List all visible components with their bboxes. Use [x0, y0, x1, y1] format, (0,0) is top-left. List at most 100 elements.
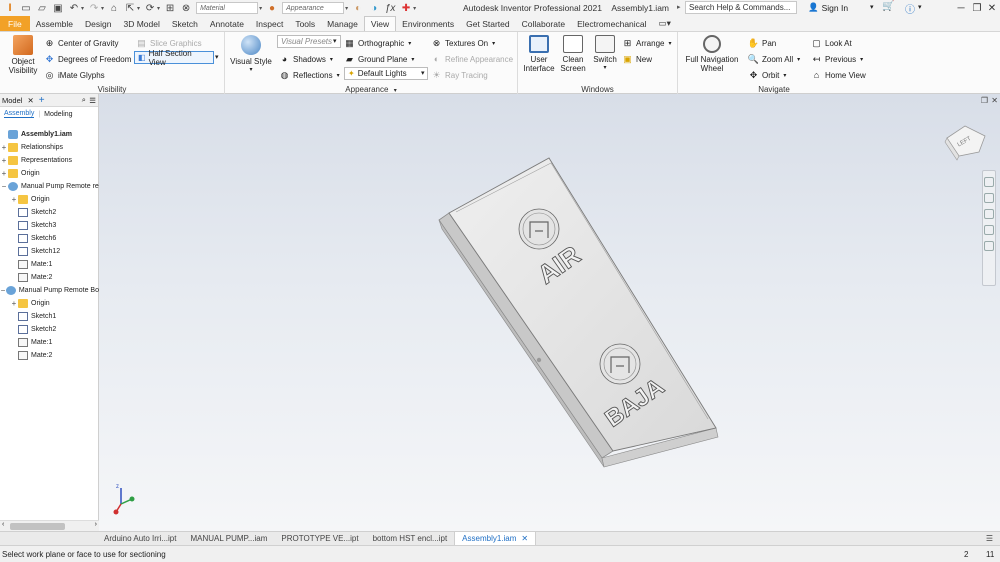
- expand-toggle-icon[interactable]: +: [0, 156, 8, 165]
- tab-assemble[interactable]: Assemble: [30, 16, 79, 31]
- full-navigation-wheel-button[interactable]: Full Navigation Wheel: [684, 35, 740, 73]
- document-tabs-menu-icon[interactable]: ☰: [979, 532, 1000, 545]
- appearance-group-label[interactable]: Appearance ▾: [225, 85, 517, 94]
- new-file-icon[interactable]: ▭: [20, 2, 32, 14]
- user-interface-button[interactable]: User Interface: [522, 35, 556, 73]
- ground-plane-button[interactable]: ▰ Ground Plane ▾: [344, 52, 414, 66]
- tab-sketch[interactable]: Sketch: [166, 16, 204, 31]
- lighting-dropdown-icon[interactable]: ▾: [421, 69, 425, 77]
- document-tab[interactable]: Arduino Auto Irri...ipt: [97, 532, 183, 545]
- tab-inspect[interactable]: Inspect: [250, 16, 289, 31]
- material-select[interactable]: Material: [196, 2, 259, 14]
- tree-item[interactable]: Mate:2: [0, 271, 99, 284]
- ray-tracing-button[interactable]: ☀ Ray Tracing: [431, 68, 487, 82]
- open-file-icon[interactable]: ▱: [36, 2, 48, 14]
- scroll-right-icon[interactable]: ›: [95, 521, 97, 528]
- tree-item[interactable]: Mate:1: [0, 336, 99, 349]
- search-help-input[interactable]: Search Help & Commands...: [685, 1, 797, 14]
- appearance-select[interactable]: Appearance: [282, 2, 345, 14]
- section-view-dropdown-icon[interactable]: ▾: [215, 53, 219, 61]
- help-icon[interactable]: ⓘ: [905, 1, 915, 16]
- tab-design[interactable]: Design: [79, 16, 117, 31]
- reflections-button[interactable]: ◍ Reflections ▾: [279, 68, 340, 82]
- inventor-logo-icon[interactable]: I: [4, 2, 16, 14]
- shadows-button[interactable]: ◕ Shadows ▾: [279, 52, 333, 66]
- switch-button[interactable]: Switch ▾: [590, 35, 620, 73]
- assembly-view-tab[interactable]: Assembly: [4, 110, 35, 118]
- enclosure-top-face[interactable]: [448, 157, 717, 452]
- degrees-of-freedom-button[interactable]: ✥ Degrees of Freedom: [44, 52, 132, 66]
- ribbon-display-options-icon[interactable]: ▭▾: [653, 16, 677, 31]
- modeling-view-tab[interactable]: Modeling: [44, 111, 72, 118]
- expand-toggle-icon[interactable]: +: [0, 143, 8, 152]
- nav-look-at-icon[interactable]: [984, 241, 994, 251]
- search-browser-icon[interactable]: ⌕: [82, 95, 86, 105]
- expand-toggle-icon[interactable]: +: [0, 169, 8, 178]
- search-expand-icon[interactable]: ▸: [677, 3, 681, 11]
- document-tab[interactable]: bottom HST encl...ipt: [366, 532, 455, 545]
- scroll-left-icon[interactable]: ‹: [2, 521, 4, 528]
- add-browser-icon[interactable]: +: [39, 95, 45, 106]
- orthographic-button[interactable]: ▦ Orthographic ▾: [344, 36, 411, 50]
- tree-item[interactable]: − Manual Pump Remote re: [0, 180, 99, 193]
- tree-item[interactable]: Mate:1: [0, 258, 99, 271]
- nav-orbit-icon[interactable]: [984, 225, 994, 235]
- select-icon[interactable]: ⇱: [124, 2, 136, 14]
- view-cube[interactable]: LEFT: [944, 125, 986, 161]
- look-at-button[interactable]: ▢ Look At: [811, 36, 851, 50]
- close-tab-icon[interactable]: ✕: [521, 534, 528, 543]
- document-tab[interactable]: Assembly1.iam ✕: [454, 532, 537, 545]
- nav-pan-icon[interactable]: [984, 193, 994, 203]
- expand-toggle-icon[interactable]: +: [10, 299, 18, 308]
- tab-get-started[interactable]: Get Started: [460, 16, 515, 31]
- model-tab[interactable]: Model: [2, 96, 22, 105]
- tree-item[interactable]: Mate:2: [0, 349, 99, 362]
- sign-in-dropdown-icon[interactable]: ▾: [870, 3, 874, 11]
- update-icon[interactable]: ⟳: [144, 2, 156, 14]
- tree-item[interactable]: Sketch6: [0, 232, 99, 245]
- tree-item[interactable]: + Relationships: [0, 141, 99, 154]
- nav-wheel-icon[interactable]: [984, 177, 994, 187]
- tree-item[interactable]: Sketch2: [0, 323, 99, 336]
- visual-presets-dropdown-icon[interactable]: ▾: [333, 37, 337, 45]
- document-tab[interactable]: PROTOTYPE VE...ipt: [274, 532, 365, 545]
- expand-toggle-icon[interactable]: +: [10, 195, 18, 204]
- object-visibility-button[interactable]: Object Visibility: [6, 35, 40, 75]
- air-button[interactable]: [518, 208, 560, 250]
- refine-appearance-button[interactable]: ◐ Refine Appearance: [431, 52, 513, 66]
- center-of-gravity-button[interactable]: ⊕ Center of Gravity: [44, 36, 119, 50]
- clean-screen-button[interactable]: Clean Screen: [556, 35, 590, 73]
- tree-item[interactable]: + Origin: [0, 193, 99, 206]
- close-browser-icon[interactable]: ✕: [27, 96, 33, 105]
- imate-glyphs-button[interactable]: ◎ iMate Glyphs: [44, 68, 105, 82]
- tab-tools[interactable]: Tools: [289, 16, 321, 31]
- tab-3d-model[interactable]: 3D Model: [118, 16, 166, 31]
- tab-annotate[interactable]: Annotate: [204, 16, 250, 31]
- cart-icon[interactable]: 🛒: [882, 1, 894, 12]
- home-view-button[interactable]: ⌂ Home View: [811, 68, 866, 82]
- measure-icon[interactable]: ⊞: [164, 2, 176, 14]
- tab-electromechanical[interactable]: Electromechanical: [571, 16, 652, 31]
- expand-toggle-icon[interactable]: −: [0, 286, 6, 295]
- document-tab[interactable]: MANUAL PUMP...iam: [183, 532, 274, 545]
- sign-in-button[interactable]: 👤 Sign In: [808, 2, 848, 13]
- tree-item[interactable]: Assembly1.iam: [0, 128, 99, 141]
- undo-icon[interactable]: ↶: [68, 2, 80, 14]
- graphics-viewport[interactable]: ❐ ✕ AIR BAJA z LEFT: [99, 94, 1000, 531]
- arrange-button[interactable]: ⊞ Arrange ▾: [622, 36, 672, 50]
- visual-presets-select[interactable]: Visual Presets: [277, 35, 341, 48]
- new-window-button[interactable]: ▣ New: [622, 52, 652, 66]
- previous-view-button[interactable]: ↤ Previous ▾: [811, 52, 863, 66]
- clear-appearance-icon[interactable]: ◐: [352, 2, 364, 14]
- browser-horizontal-scrollbar[interactable]: ‹ ›: [0, 520, 99, 531]
- nav-zoom-icon[interactable]: [984, 209, 994, 219]
- tab-view[interactable]: View: [363, 16, 397, 31]
- cancel-circle-icon[interactable]: ⊗: [180, 2, 192, 14]
- help-dropdown-icon[interactable]: ▾: [918, 3, 922, 11]
- tree-item[interactable]: + Origin: [0, 297, 99, 310]
- pan-button[interactable]: ✋ Pan: [748, 36, 776, 50]
- lighting-select[interactable]: ✦ Default Lights: [344, 67, 428, 80]
- fx-parameters-icon[interactable]: ƒx: [384, 2, 396, 14]
- tree-item[interactable]: + Origin: [0, 167, 99, 180]
- close-window-icon[interactable]: ✕: [983, 0, 1000, 16]
